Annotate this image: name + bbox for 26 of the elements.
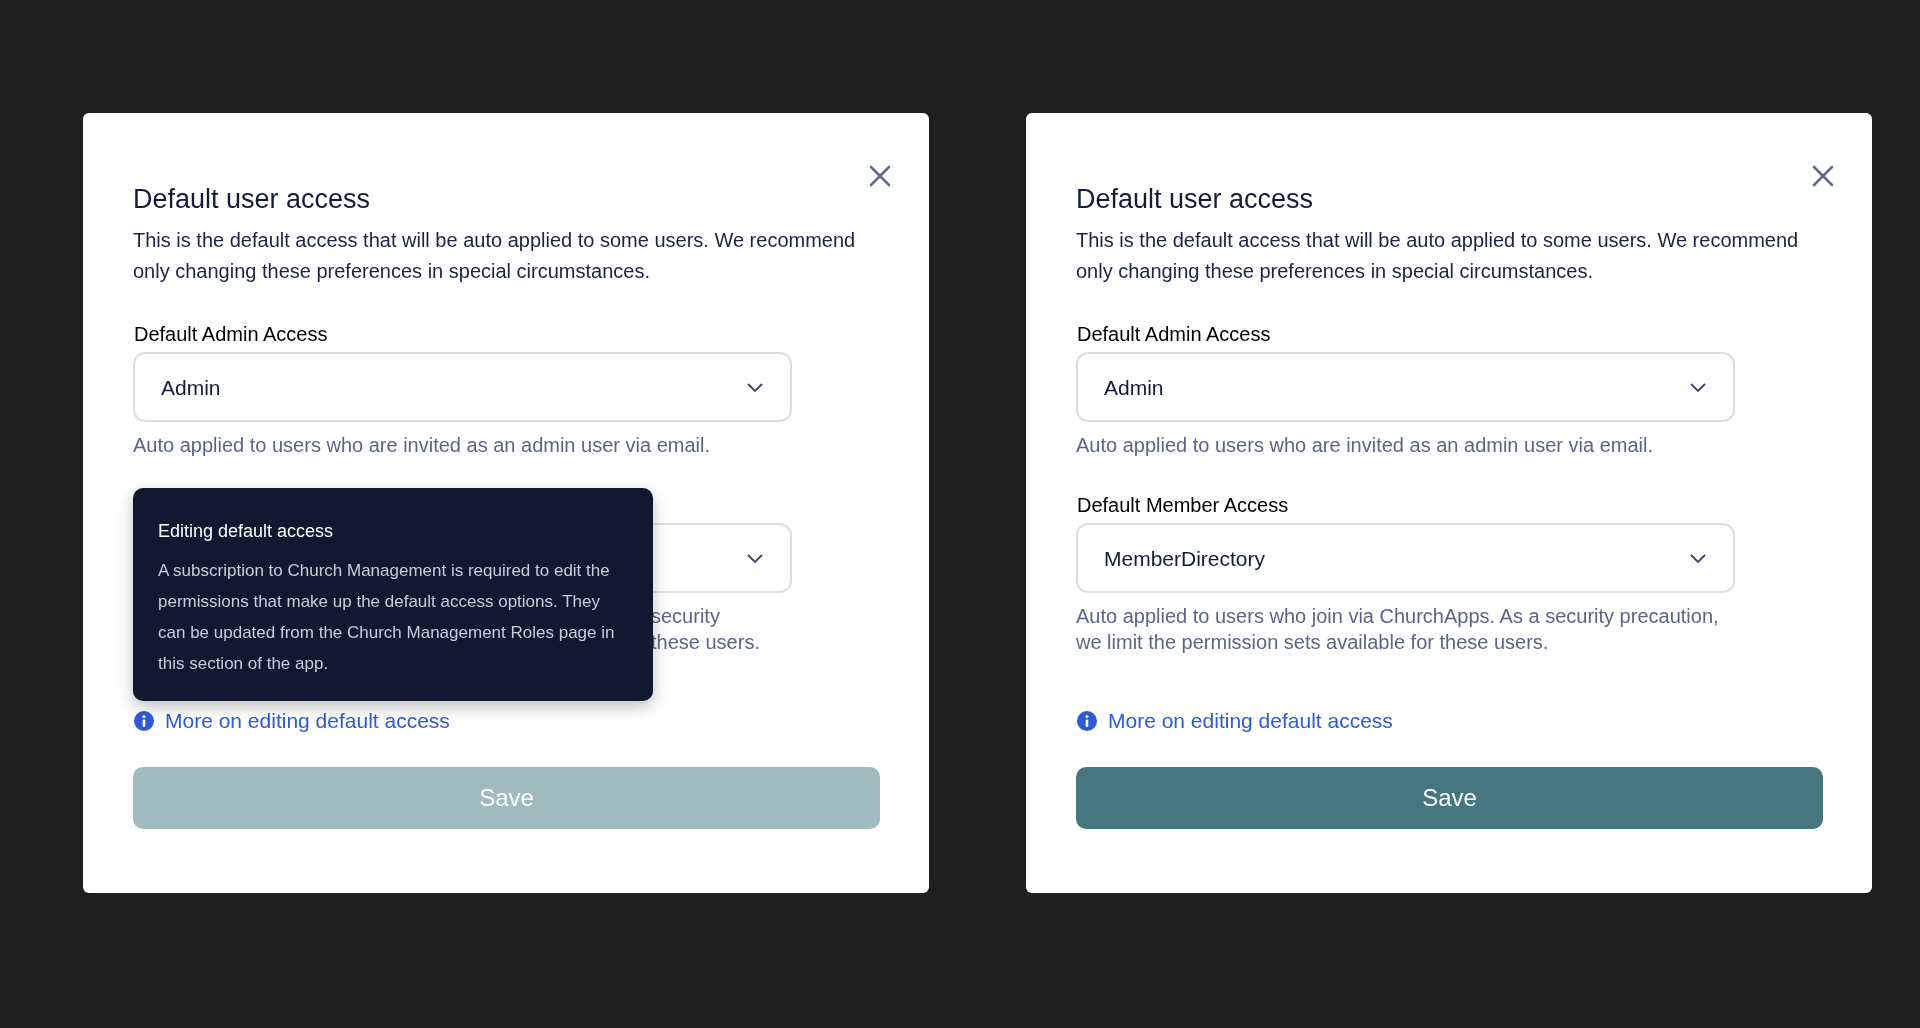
dialog-title: Default user access <box>1076 183 1314 216</box>
help-link[interactable]: More on editing default access <box>1108 705 1393 737</box>
dialog-description: This is the default access that will be auto applied to some users. We recommend only changing these preferences in special circumstances. <box>133 228 857 285</box>
help-text: Auto applied to users who are invited as an admin user via email. <box>1076 433 1654 459</box>
chevron-down-icon <box>1689 552 1707 564</box>
help-text: Auto applied to users who join via ChurchApps. As a security precaution, we limit the permission sets available for these users. <box>1076 604 1720 656</box>
chevron-down-icon <box>1689 381 1707 393</box>
dialog-description: This is the default access that will be auto applied to some users. We recommend only changing these preferences in special circumstances. <box>1076 228 1800 285</box>
help-text: security <box>651 604 721 630</box>
dropdown[interactable]: MemberDirectory <box>1076 523 1735 594</box>
field-label: Default Member Access <box>1077 493 1290 515</box>
help-text: Auto applied to users who are invited as an admin user via email. <box>133 433 711 459</box>
help-text: these users. <box>651 630 761 656</box>
info-icon <box>1076 710 1098 733</box>
save-button[interactable]: Save <box>1076 766 1823 829</box>
tooltip-title: Editing default access <box>158 520 335 543</box>
tooltip-text: A subscription to Church Management is required to edit the permissions that make up the default access options. They can be updated from the Church Management Roles page in this section of the app. <box>158 560 616 675</box>
info-icon <box>133 710 155 733</box>
dropdown[interactable]: Admin <box>1076 352 1735 423</box>
dropdown[interactable]: Admin <box>133 352 792 423</box>
chevron-down-icon <box>746 381 764 393</box>
field-label: Default Admin Access <box>134 322 329 344</box>
chevron-down-icon <box>746 552 764 564</box>
field-label: Default Admin Access <box>1077 322 1272 344</box>
dialog-title: Default user access <box>133 183 371 216</box>
help-link[interactable]: More on editing default access <box>165 705 450 737</box>
